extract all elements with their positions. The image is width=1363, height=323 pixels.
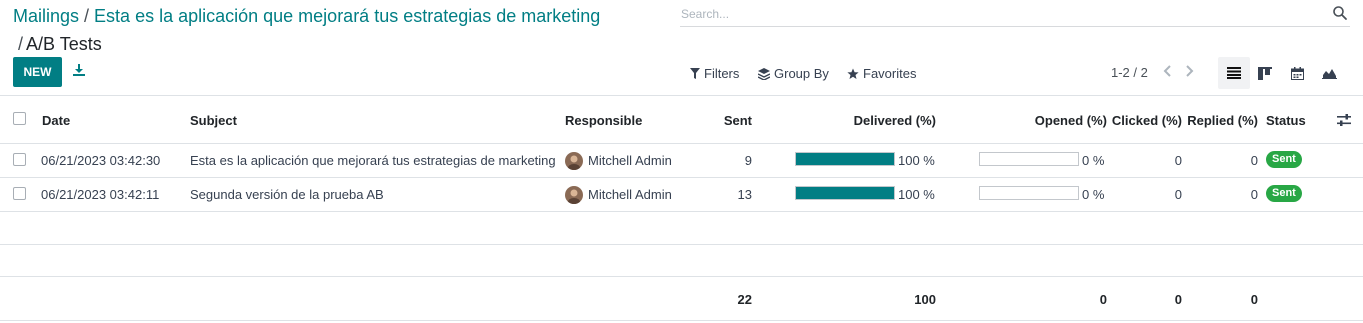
total-delivered: 100: [914, 292, 936, 307]
filters-label: Filters: [704, 66, 740, 81]
page-title: A/B Tests: [26, 34, 102, 54]
row-date: 06/21/2023 03:42:30: [41, 153, 161, 168]
row-sent: 9: [744, 153, 752, 168]
row-clicked: 0: [1174, 187, 1182, 202]
opened-progress-bar: [979, 152, 1079, 166]
column-header-subject[interactable]: Subject: [190, 113, 237, 128]
avatar: [565, 186, 583, 204]
column-header-status[interactable]: Status: [1266, 113, 1306, 128]
kanban-view-icon: [1258, 66, 1272, 80]
divider: [0, 276, 1363, 277]
row-checkbox[interactable]: [13, 153, 26, 166]
select-all-checkbox[interactable]: [13, 112, 26, 125]
favorites-button[interactable]: Favorites: [847, 66, 916, 81]
chevron-left-icon[interactable]: [1162, 64, 1174, 78]
row-subject: Segunda versión de la prueba AB: [190, 187, 384, 202]
row-responsible: Mitchell Admin: [588, 153, 672, 168]
avatar: [565, 152, 583, 170]
column-header-opened[interactable]: Opened (%): [1035, 113, 1107, 128]
divider: [0, 244, 1363, 245]
divider: [0, 95, 1363, 96]
breadcrumb-record-link[interactable]: Esta es la aplicación que mejorará tus e…: [94, 6, 600, 26]
chevron-right-icon[interactable]: [1183, 64, 1195, 78]
favorites-label: Favorites: [863, 66, 917, 81]
star-icon: [847, 68, 859, 79]
groupby-label: Group By: [774, 66, 829, 81]
column-header-sent[interactable]: Sent: [724, 113, 752, 128]
row-responsible: Mitchell Admin: [588, 187, 672, 202]
calendar-view-icon: [1290, 66, 1304, 80]
column-header-delivered[interactable]: Delivered (%): [854, 113, 936, 128]
search-icon[interactable]: [1332, 5, 1348, 21]
column-header-clicked[interactable]: Clicked (%): [1112, 113, 1182, 128]
column-header-replied[interactable]: Replied (%): [1187, 113, 1258, 128]
row-opened-label: 0 %: [1082, 187, 1105, 202]
delivered-progress-bar: [795, 152, 895, 166]
divider: [0, 177, 1363, 178]
search-bar[interactable]: Search...: [680, 3, 1350, 27]
status-badge: Sent: [1266, 151, 1302, 168]
search-input[interactable]: Search...: [681, 7, 729, 21]
pager-value[interactable]: 1-2 / 2: [1111, 65, 1148, 80]
filters-button[interactable]: Filters: [690, 66, 739, 81]
row-replied: 0: [1250, 187, 1258, 202]
breadcrumb-mailings-link[interactable]: Mailings: [13, 6, 79, 26]
filter-icon: [690, 68, 700, 79]
opened-progress-bar: [979, 186, 1079, 200]
breadcrumb: Mailings / Esta es la aplicación que mejor…: [13, 5, 600, 55]
breadcrumb-separator: /: [18, 34, 24, 54]
row-subject: Esta es la aplicación que mejorará tus e…: [190, 153, 556, 168]
layers-icon: [758, 67, 770, 80]
row-checkbox[interactable]: [13, 187, 26, 200]
row-replied: 0: [1250, 153, 1258, 168]
breadcrumb-separator: /: [84, 6, 90, 26]
groupby-button[interactable]: Group By: [758, 66, 829, 81]
status-badge: Sent: [1266, 185, 1302, 202]
total-opened: 0: [1099, 292, 1107, 307]
divider: [0, 211, 1363, 212]
row-date: 06/21/2023 03:42:11: [41, 187, 160, 202]
graph-view-icon: [1321, 69, 1337, 79]
row-clicked: 0: [1174, 153, 1182, 168]
row-sent: 13: [737, 187, 752, 202]
sliders-icon[interactable]: [1337, 113, 1351, 127]
row-delivered-label: 100 %: [898, 187, 935, 202]
new-button[interactable]: NEW: [13, 57, 62, 87]
calendar-view-button[interactable]: [1281, 57, 1313, 89]
column-header-date[interactable]: Date: [42, 113, 70, 128]
column-header-responsible[interactable]: Responsible: [565, 113, 642, 128]
total-sent: 22: [737, 292, 752, 307]
list-view-button[interactable]: [1218, 57, 1250, 89]
kanban-view-button[interactable]: [1249, 57, 1281, 89]
divider: [0, 320, 1363, 321]
list-view-icon: [1227, 67, 1241, 79]
divider: [0, 143, 1363, 144]
row-delivered-label: 100 %: [898, 153, 935, 168]
row-opened-label: 0 %: [1082, 153, 1105, 168]
download-icon[interactable]: [72, 63, 86, 77]
delivered-progress-bar: [795, 186, 895, 200]
total-clicked: 0: [1174, 292, 1182, 307]
total-replied: 0: [1250, 292, 1258, 307]
graph-view-button[interactable]: [1313, 57, 1345, 89]
